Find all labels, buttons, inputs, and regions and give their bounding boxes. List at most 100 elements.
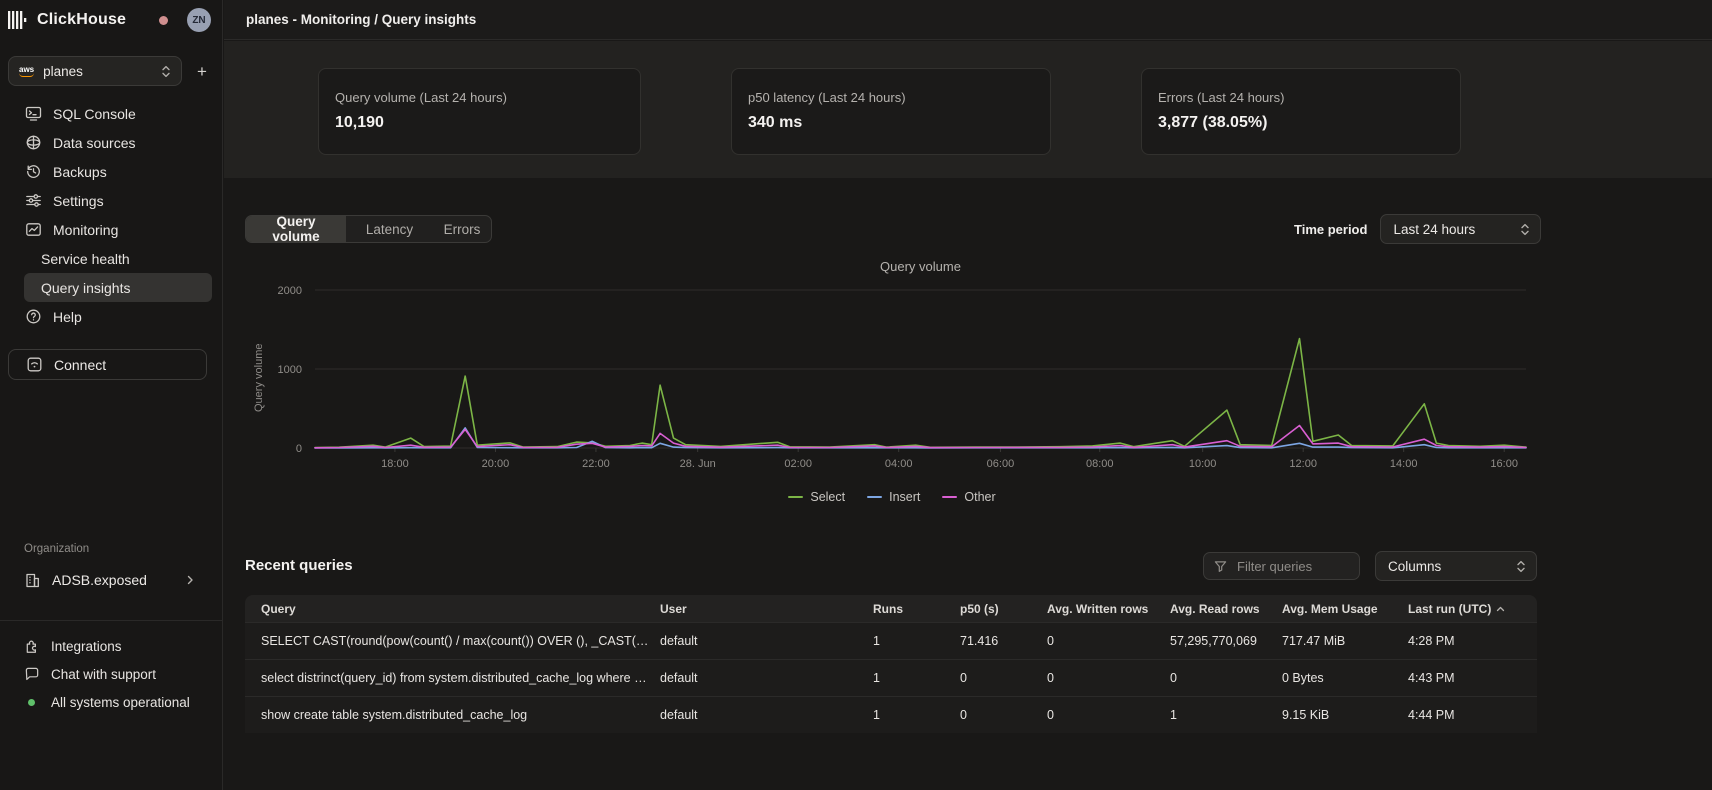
cell-last-run: 4:28 PM [1408,634,1537,648]
stat-card-errors: Errors (Last 24 hours) 3,877 (38.05%) [1141,68,1461,155]
sidebar-item-backups[interactable]: Backups [24,157,212,186]
sidebar-divider [0,620,222,621]
service-selector[interactable]: aws planes [8,56,182,86]
sidebar-item-label: Service health [41,251,130,267]
legend-label: Select [810,490,845,504]
chart-title: Query volume [315,259,1526,274]
svg-text:08:00: 08:00 [1086,458,1114,470]
col-header-avg-read-rows[interactable]: Avg. Read rows [1170,602,1282,616]
col-header-runs[interactable]: Runs [873,602,960,616]
sql-console-icon [25,105,42,122]
funnel-icon [1214,560,1227,573]
columns-select[interactable]: Columns [1375,551,1537,581]
tab-errors[interactable]: Errors [433,216,491,242]
tab-latency[interactable]: Latency [346,216,433,242]
service-name: planes [43,64,83,79]
cell-avg-read-rows: 57,295,770,069 [1170,634,1282,648]
table-row[interactable]: SELECT CAST(round(pow(count() / max(coun… [245,622,1537,659]
col-header-last-run[interactable]: Last run (UTC) [1408,602,1537,616]
col-header-p50[interactable]: p50 (s) [960,602,1047,616]
cell-user: default [660,708,873,722]
clickhouse-logo-icon [8,11,30,29]
col-header-avg-mem-usage[interactable]: Avg. Mem Usage [1282,602,1408,616]
recent-queries-title: Recent queries [245,557,353,574]
service-selector-row: aws planes + [8,56,214,86]
chat-bubble-icon [24,666,40,682]
time-period-select[interactable]: Last 24 hours [1380,214,1541,244]
footer-item-label: Chat with support [51,667,156,682]
sidebar-footer: Integrations Chat with support All syste… [24,632,212,716]
svg-text:18:00: 18:00 [381,458,409,470]
cell-p50: 0 [960,708,1047,722]
cell-p50: 0 [960,671,1047,685]
filter-queries-input[interactable] [1235,558,1349,575]
legend-label: Insert [889,490,920,504]
stat-value: 340 ms [748,114,1034,132]
chart-tabs: Query volume Latency Errors [245,215,492,243]
cell-avg-mem-usage: 9.15 KiB [1282,708,1408,722]
stats-strip: Query volume (Last 24 hours) 10,190 p50 … [224,41,1712,178]
stat-label: Errors (Last 24 hours) [1158,90,1444,105]
aws-icon: aws [19,66,34,77]
chart-legend: Select Insert Other [245,490,1539,504]
sidebar-item-monitoring[interactable]: Monitoring [24,215,212,244]
add-service-button[interactable]: + [190,59,214,83]
system-status-item[interactable]: All systems operational [24,688,212,716]
sidebar-item-settings[interactable]: Settings [24,186,212,215]
chart-canvas: 01000200018:0020:0022:0028. Jun02:0004:0… [245,278,1539,478]
organization-item[interactable]: ADSB.exposed [24,566,196,594]
col-header-avg-written-rows[interactable]: Avg. Written rows [1047,602,1170,616]
sidebar-item-label: Monitoring [53,222,118,238]
stat-value: 10,190 [335,114,624,132]
chevron-updown-icon [161,65,171,78]
sidebar-item-query-insights[interactable]: Query insights [24,273,212,302]
col-header-user[interactable]: User [660,602,873,616]
cell-avg-read-rows: 1 [1170,708,1282,722]
organization-name: ADSB.exposed [52,572,147,588]
sidebar-item-help[interactable]: Help [24,302,212,331]
help-icon [25,308,42,325]
columns-label: Columns [1388,559,1441,574]
avatar[interactable]: ZN [187,8,211,32]
app-title: ClickHouse [37,11,126,29]
breadcrumb: planes - Monitoring / Query insights [246,12,476,27]
status-label: All systems operational [51,695,190,710]
cell-runs: 1 [873,634,960,648]
svg-text:02:00: 02:00 [784,458,812,470]
sidebar-menu: SQL Console Data sources Backups [0,99,222,331]
organization-section-label: Organization [24,543,89,555]
monitoring-icon [25,221,42,238]
sidebar-item-data-sources[interactable]: Data sources [24,128,212,157]
select-series-swatch-icon [788,496,803,499]
tab-query-volume[interactable]: Query volume [246,216,346,242]
sidebar-item-sql-console[interactable]: SQL Console [24,99,212,128]
stat-label: Query volume (Last 24 hours) [335,90,624,105]
cell-avg-written-rows: 0 [1047,708,1170,722]
table-row[interactable]: show create table system.distributed_cac… [245,696,1537,733]
sort-asc-icon [1496,606,1505,612]
legend-item-other[interactable]: Other [942,490,995,504]
chevron-updown-icon [1520,223,1530,236]
insert-series-swatch-icon [867,496,882,499]
svg-text:1000: 1000 [278,364,302,376]
filter-queries-box [1203,552,1360,580]
time-period-value: Last 24 hours [1393,222,1475,237]
sidebar-item-label: Data sources [53,135,135,151]
svg-text:16:00: 16:00 [1490,458,1518,470]
main-content: Query volume Latency Errors Time period … [224,178,1712,790]
table-row[interactable]: select distrinct(query_id) from system.d… [245,659,1537,696]
svg-text:06:00: 06:00 [987,458,1015,470]
cell-last-run: 4:43 PM [1408,671,1537,685]
chat-with-support-item[interactable]: Chat with support [24,660,212,688]
legend-item-insert[interactable]: Insert [867,490,920,504]
cell-runs: 1 [873,708,960,722]
notification-dot-icon[interactable] [159,16,168,25]
cell-avg-written-rows: 0 [1047,671,1170,685]
sidebar-item-service-health[interactable]: Service health [24,244,212,273]
page-header: planes - Monitoring / Query insights [224,0,1712,40]
legend-item-select[interactable]: Select [788,490,845,504]
connect-button[interactable]: Connect [8,349,207,380]
integrations-item[interactable]: Integrations [24,632,212,660]
col-header-query[interactable]: Query [245,602,660,616]
cell-user: default [660,634,873,648]
